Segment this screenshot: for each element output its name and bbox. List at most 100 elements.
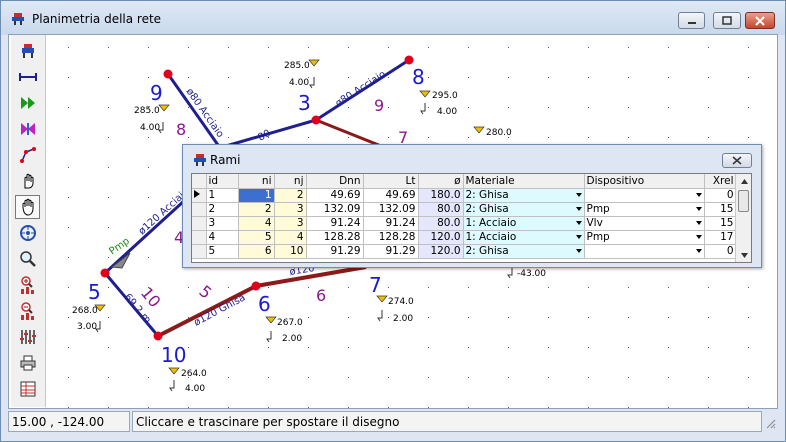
dialog-close-button[interactable] [722,153,752,168]
col-header-xrel[interactable]: Xrel [704,174,737,189]
table-row[interactable]: 4 5 4 128.28 128.28 120.0 1: Acciaio Pmp 17 [192,230,737,245]
cell-xrel[interactable]: 17 [704,230,737,245]
cell-id[interactable]: 4 [206,230,239,245]
cell-dispositivo[interactable] [584,188,705,203]
tool-zoom-button[interactable] [15,247,40,271]
cell-diameter[interactable]: 180.0 [418,188,464,203]
node-10[interactable] [153,331,163,341]
cell-dispositivo[interactable] [584,244,705,259]
cell-xrel[interactable]: 15 [704,216,737,231]
cell-diameter[interactable]: 120.0 [418,230,464,245]
cell-ni[interactable]: 6 [238,244,275,259]
dropdown-arrow-icon[interactable] [575,206,582,211]
node-3[interactable] [311,115,321,125]
title-bar[interactable]: Planimetria della rete [1,1,785,35]
minimize-button[interactable] [678,12,705,29]
cell-nj[interactable]: 4 [274,230,307,245]
tool-zoom-in-button[interactable] [15,273,40,297]
cell-lt[interactable]: 132.09 [363,202,419,217]
cell-ni[interactable]: 1 [238,188,275,203]
node-9[interactable] [163,69,173,79]
node-6[interactable] [251,281,261,291]
cell-materiale[interactable]: 2: Ghisa [463,244,585,259]
tool-pump-button[interactable] [15,91,40,115]
cell-lt[interactable]: 91.24 [363,216,419,231]
col-header-id[interactable]: id [206,174,239,189]
cell-id[interactable]: 2 [206,202,239,217]
table-row[interactable]: 1 1 2 49.69 49.69 180.0 2: Ghisa 0 [192,188,737,203]
tool-polyline-button[interactable] [15,143,40,167]
dropdown-arrow-icon[interactable] [575,220,582,225]
tool-hand-button[interactable] [15,169,40,193]
cell-diameter[interactable]: 120.0 [418,244,464,259]
node-8[interactable] [404,55,414,65]
dropdown-arrow-icon[interactable] [695,220,702,225]
cell-dnn[interactable]: 49.69 [306,188,364,203]
dropdown-arrow-icon[interactable] [575,192,582,197]
cell-diameter[interactable]: 80.0 [418,216,464,231]
dropdown-arrow-icon[interactable] [695,248,702,253]
cell-nj[interactable]: 10 [274,244,307,259]
dropdown-arrow-icon[interactable] [575,234,582,239]
scroll-down-button[interactable] [736,248,751,262]
tool-table-button[interactable] [15,377,40,401]
cell-nj[interactable]: 3 [274,202,307,217]
cell-id[interactable]: 3 [206,216,239,231]
cell-lt[interactable]: 49.69 [363,188,419,203]
cell-nj[interactable]: 2 [274,188,307,203]
grid-vertical-scrollbar[interactable] [735,174,751,262]
row-selector[interactable] [192,202,207,217]
scroll-up-button[interactable] [736,174,751,188]
cell-materiale[interactable]: 1: Acciaio [463,230,585,245]
node-5[interactable] [100,268,110,278]
table-row[interactable]: 2 2 3 132.09 132.09 80.0 2: Ghisa Pmp 15 [192,202,737,217]
cell-ni[interactable]: 4 [238,216,275,231]
cell-dispositivo[interactable]: Vlv [584,216,705,231]
tool-zoom-out-button[interactable] [15,299,40,323]
row-selector[interactable] [192,230,207,245]
tool-print-button[interactable] [15,351,40,375]
cell-dnn[interactable]: 132.09 [306,202,364,217]
col-header-ni[interactable]: ni [238,174,275,189]
resize-grip-icon[interactable] [764,417,776,429]
close-button[interactable] [745,12,775,29]
cell-materiale[interactable]: 2: Ghisa [463,188,585,203]
cell-dispositivo[interactable]: Pmp [584,202,705,217]
col-header-nj[interactable]: nj [274,174,307,189]
dropdown-arrow-icon[interactable] [695,206,702,211]
cell-lt[interactable]: 128.28 [363,230,419,245]
col-header-materiale[interactable]: Materiale [463,174,585,189]
scroll-thumb[interactable] [738,190,749,212]
cell-materiale[interactable]: 2: Ghisa [463,202,585,217]
row-selector[interactable] [192,188,207,203]
cell-ni[interactable]: 2 [238,202,275,217]
cell-xrel[interactable]: 15 [704,202,737,217]
tool-target-button[interactable] [15,221,40,245]
cell-id[interactable]: 1 [206,188,239,203]
col-header-dispositivo[interactable]: Dispositivo [584,174,705,189]
col-header-lt[interactable]: Lt [363,174,419,189]
table-row[interactable]: 5 6 10 91.29 91.29 120.0 2: Ghisa 0 [192,244,737,259]
dropdown-arrow-icon[interactable] [695,234,702,239]
col-header-diameter[interactable]: ø [418,174,464,189]
row-selector[interactable] [192,244,207,259]
tool-pipe-button[interactable] [15,65,40,89]
dropdown-arrow-icon[interactable] [695,192,702,197]
maximize-button[interactable] [713,12,741,29]
cell-dnn[interactable]: 128.28 [306,230,364,245]
row-selector[interactable] [192,216,207,231]
tool-pan-button[interactable] [15,195,40,219]
pipe-3[interactable] [225,118,317,148]
cell-xrel[interactable]: 0 [704,188,737,203]
cell-materiale[interactable]: 1: Acciaio [463,216,585,231]
cell-dispositivo[interactable]: Pmp [584,230,705,245]
cell-nj[interactable]: 3 [274,216,307,231]
cell-ni[interactable]: 5 [238,230,275,245]
cell-dnn[interactable]: 91.29 [306,244,364,259]
cell-lt[interactable]: 91.29 [363,244,419,259]
cell-diameter[interactable]: 80.0 [418,202,464,217]
cell-id[interactable]: 5 [206,244,239,259]
tool-network-button[interactable] [15,39,40,63]
tool-valve-button[interactable] [15,117,40,141]
cell-dnn[interactable]: 91.24 [306,216,364,231]
